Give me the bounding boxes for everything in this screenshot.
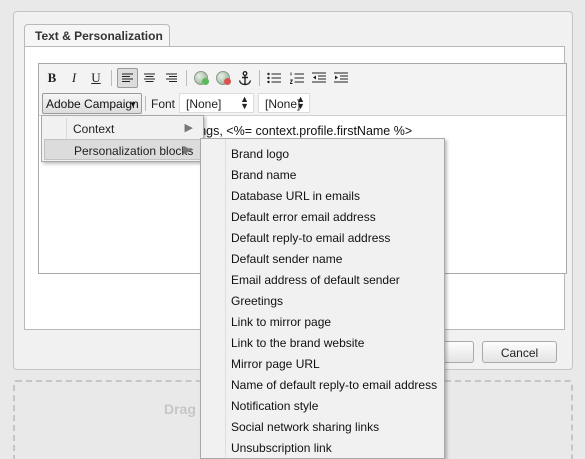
adobe-campaign-label: Adobe Campaign xyxy=(46,97,139,111)
indent-icon xyxy=(334,72,348,83)
tab-text-personalization[interactable]: Text & Personalization xyxy=(24,24,170,47)
bold-icon: B xyxy=(47,70,57,85)
bold-button[interactable]: B xyxy=(43,69,61,87)
bullet-list-icon xyxy=(267,72,281,84)
caret-down-icon: ▼ xyxy=(129,100,137,109)
menu-item-block[interactable]: Link to mirror page xyxy=(231,315,331,329)
menu-item-label: Context xyxy=(73,122,115,136)
menu-gutter xyxy=(225,139,226,458)
submenu-arrow-icon: ▶ xyxy=(184,122,193,134)
underline-button[interactable]: U xyxy=(87,69,105,87)
menu-item-block[interactable]: Default sender name xyxy=(231,252,342,266)
insert-image-button[interactable] xyxy=(192,69,210,87)
menu-item-context[interactable]: Context ▶ xyxy=(44,118,201,139)
bullet-list-button[interactable] xyxy=(265,69,283,87)
cancel-button[interactable]: Cancel xyxy=(482,341,557,363)
menu-item-block[interactable]: Default reply-to email address xyxy=(231,231,390,245)
indent-button[interactable] xyxy=(332,69,350,87)
align-left-button[interactable] xyxy=(117,68,138,88)
menu-item-block[interactable]: Mirror page URL xyxy=(231,357,320,371)
toolbar-separator xyxy=(111,70,112,86)
anchor-button[interactable] xyxy=(236,69,254,87)
menu-item-block[interactable]: Brand name xyxy=(231,168,296,182)
toolbar-separator xyxy=(145,96,146,111)
italic-button[interactable]: I xyxy=(65,69,83,87)
align-right-icon xyxy=(165,73,177,82)
personalization-blocks-menu: Brand logo Brand name Database URL in em… xyxy=(200,138,445,459)
underline-icon: U xyxy=(91,70,101,85)
menu-item-block[interactable]: Unsubscription link xyxy=(231,441,332,455)
select-arrows-icon: ▲ ▼ xyxy=(240,94,249,111)
remove-image-button[interactable] xyxy=(214,69,232,87)
numbered-list-button[interactable] xyxy=(288,69,306,87)
align-center-icon xyxy=(143,73,155,82)
image-remove-icon xyxy=(216,71,231,85)
font-select-value: [None] xyxy=(186,97,222,111)
drop-zone-label: Drag xyxy=(164,401,196,417)
menu-item-block[interactable]: Brand logo xyxy=(231,147,289,161)
image-add-icon xyxy=(194,71,209,85)
menu-item-block[interactable]: Greetings xyxy=(231,294,283,308)
toolbar-separator xyxy=(186,70,187,86)
align-right-button[interactable] xyxy=(162,69,180,87)
font-label: Font xyxy=(151,97,176,111)
outdent-button[interactable] xyxy=(310,69,328,87)
font-size-select[interactable]: [None] ▲ ▼ xyxy=(258,93,310,113)
menu-item-block[interactable]: Name of default reply-to email address xyxy=(231,378,437,392)
editor-content[interactable]: etings, <%= context.profile.firstName %> xyxy=(186,124,412,138)
numbered-list-icon xyxy=(290,72,304,84)
menu-item-block[interactable]: Social network sharing links xyxy=(231,420,379,434)
adobe-campaign-menu: Context ▶ Personalization blocks ▶ xyxy=(41,115,204,162)
menu-item-label: Personalization blocks xyxy=(74,144,194,158)
menu-item-block[interactable]: Notification style xyxy=(231,399,318,413)
menu-item-block[interactable]: Default error email address xyxy=(231,210,376,224)
italic-icon: I xyxy=(71,70,77,85)
adobe-campaign-menu-button[interactable]: Adobe Campaign ▼ xyxy=(42,93,142,114)
align-center-button[interactable] xyxy=(140,69,158,87)
outdent-icon xyxy=(312,72,326,83)
menu-item-block[interactable]: Email address of default sender xyxy=(231,273,400,287)
ok-button[interactable] xyxy=(440,341,474,363)
align-left-icon xyxy=(122,73,133,82)
font-size-select-value: [None] xyxy=(265,97,301,111)
anchor-icon xyxy=(238,70,252,85)
submenu-arrow-icon: ▶ xyxy=(183,144,192,156)
select-arrows-icon: ▲ ▼ xyxy=(296,94,305,111)
menu-item-block[interactable]: Database URL in emails xyxy=(231,189,360,203)
menu-item-block[interactable]: Link to the brand website xyxy=(231,336,364,350)
toolbar-separator xyxy=(259,70,260,86)
font-select[interactable]: [None] ▲ ▼ xyxy=(179,93,254,113)
menu-item-personalization-blocks[interactable]: Personalization blocks ▶ xyxy=(44,139,201,160)
